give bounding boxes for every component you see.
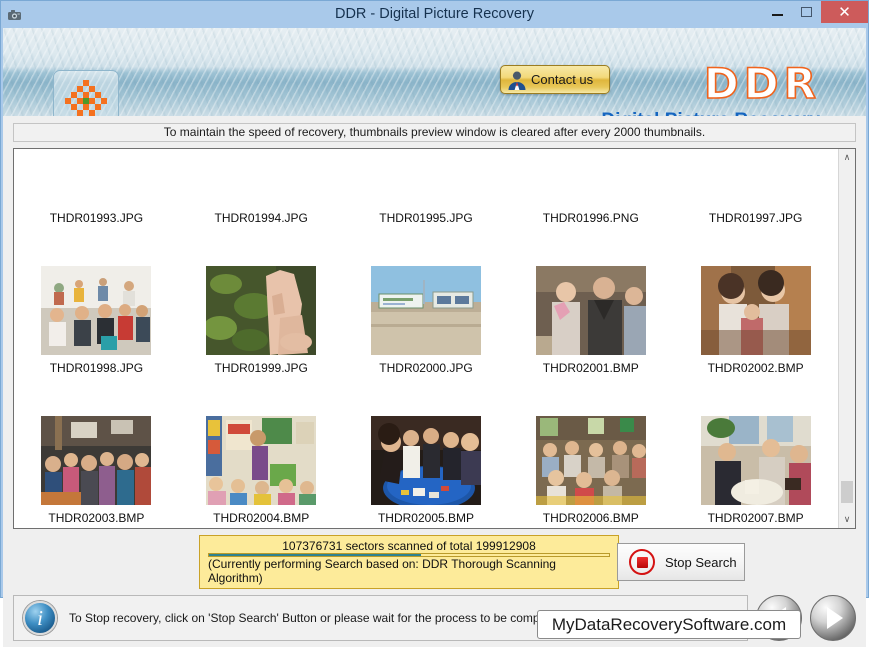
thumbnail-item[interactable]: THDR02002.BMP — [673, 228, 838, 378]
thumbnail-item[interactable]: THDR02001.BMP — [508, 228, 673, 378]
thumbnail-label: THDR01998.JPG — [49, 361, 144, 375]
brand-subtitle: Digital Picture Recovery — [601, 110, 820, 116]
scrollbar-thumb[interactable] — [841, 481, 853, 503]
maximize-button[interactable] — [792, 1, 821, 23]
stop-search-label: Stop Search — [665, 554, 737, 570]
thumbnail-panel: THDR01993.JPG THDR01994.JPG THDR01995.JP… — [13, 148, 856, 529]
thumbnail-item[interactable]: THDR01999.JPG — [179, 228, 344, 378]
progress-panel: 107376731 sectors scanned of total 19991… — [199, 535, 619, 589]
sectors-scanned-text: 107376731 sectors scanned of total 19991… — [282, 539, 536, 553]
thumbnail-label: THDR01993.JPG — [49, 211, 144, 225]
thumbnail-image — [700, 416, 811, 505]
thumbnail-item[interactable]: THDR02007.BMP — [673, 378, 838, 528]
thumbnail-item[interactable]: THDR02006.BMP — [508, 378, 673, 528]
main-content: To maintain the speed of recovery, thumb… — [3, 116, 866, 647]
scrollbar-track[interactable] — [839, 166, 855, 511]
scroll-up-icon[interactable]: ∧ — [839, 149, 855, 166]
thumbnail-image — [206, 416, 317, 505]
thumbnail-label: THDR02004.BMP — [213, 511, 310, 525]
stop-square-icon — [629, 549, 655, 575]
thumbnail-label: THDR01997.JPG — [708, 211, 803, 225]
close-icon: ✕ — [838, 4, 851, 21]
thumbnail-label: THDR02000.JPG — [379, 361, 473, 375]
checkerboard-flower-icon — [65, 80, 107, 116]
stop-search-button[interactable]: Stop Search — [617, 543, 745, 581]
minimize-button[interactable] — [763, 1, 792, 23]
thumbnail-label: THDR01995.JPG — [379, 211, 473, 225]
watermark: MyDataRecoverySoftware.com — [537, 610, 801, 639]
thumbnail-item[interactable]: THDR02004.BMP — [179, 378, 344, 528]
window-title: DDR - Digital Picture Recovery — [334, 6, 535, 22]
scroll-down-icon[interactable]: ∨ — [839, 511, 855, 528]
algorithm-text: (Currently performing Search based on: D… — [208, 557, 556, 585]
contact-us-label: Contact us — [531, 72, 594, 87]
notice-bar: To maintain the speed of recovery, thumb… — [13, 123, 856, 142]
thumbnail-label: THDR02002.BMP — [707, 361, 804, 375]
thumbnail-label: THDR02007.BMP — [707, 511, 804, 525]
status-text: To Stop recovery, click on 'Stop Search'… — [69, 611, 569, 625]
thumbnail-item[interactable]: THDR02000.JPG — [344, 228, 509, 378]
thumbnail-label: THDR02006.BMP — [542, 511, 639, 525]
thumbnail-item[interactable]: THDR01996.PNG — [508, 153, 673, 228]
thumbnail-label: THDR02001.BMP — [542, 361, 639, 375]
thumbnail-item[interactable]: THDR02005.BMP — [344, 378, 509, 528]
thumbnail-image — [41, 416, 152, 505]
minimize-icon — [772, 14, 783, 16]
close-button[interactable]: ✕ — [821, 1, 868, 23]
window-controls: ✕ — [763, 1, 868, 28]
thumbnail-image — [370, 416, 481, 505]
progress-bar-fill — [209, 554, 421, 556]
thumbnail-item[interactable]: THDR01993.JPG — [14, 153, 179, 228]
maximize-icon — [801, 7, 812, 17]
thumbnail-label: THDR01999.JPG — [214, 361, 308, 375]
thumbnail-item[interactable]: THDR01994.JPG — [179, 153, 344, 228]
thumbnail-item[interactable]: THDR01995.JPG — [344, 153, 509, 228]
thumbnail-grid: THDR01993.JPG THDR01994.JPG THDR01995.JP… — [14, 149, 838, 528]
thumbnail-item[interactable]: THDR02003.BMP — [14, 378, 179, 528]
application-window: DDR - Digital Picture Recovery ✕ Contact… — [0, 0, 869, 647]
logo-button[interactable] — [53, 70, 119, 116]
title-bar: DDR - Digital Picture Recovery ✕ — [1, 1, 868, 28]
next-button[interactable] — [810, 595, 856, 641]
vertical-scrollbar[interactable]: ∧ ∨ — [838, 149, 855, 528]
thumbnail-image — [206, 266, 317, 355]
thumbnail-image — [370, 266, 481, 355]
thumbnail-label: THDR02005.BMP — [377, 511, 475, 525]
thumbnail-label: THDR01996.PNG — [542, 211, 639, 225]
arrow-right-icon — [826, 607, 843, 629]
thumbnail-label: THDR01994.JPG — [214, 211, 308, 225]
brand-logo: DDR — [703, 58, 821, 109]
thumbnail-item[interactable]: THDR01997.JPG — [673, 153, 838, 228]
progress-row: 107376731 sectors scanned of total 19991… — [13, 535, 856, 589]
info-icon: i — [23, 601, 57, 635]
thumbnail-item[interactable]: THDR01998.JPG — [14, 228, 179, 378]
header-banner: Contact us DDR Digital Picture Recovery — [3, 28, 866, 116]
thumbnail-image — [535, 266, 646, 355]
thumbnail-label: THDR02003.BMP — [48, 511, 145, 525]
contact-us-button[interactable]: Contact us — [500, 65, 610, 94]
thumbnail-image — [535, 416, 646, 505]
person-icon — [508, 71, 526, 90]
thumbnail-image — [700, 266, 811, 355]
thumbnail-image — [41, 266, 152, 355]
